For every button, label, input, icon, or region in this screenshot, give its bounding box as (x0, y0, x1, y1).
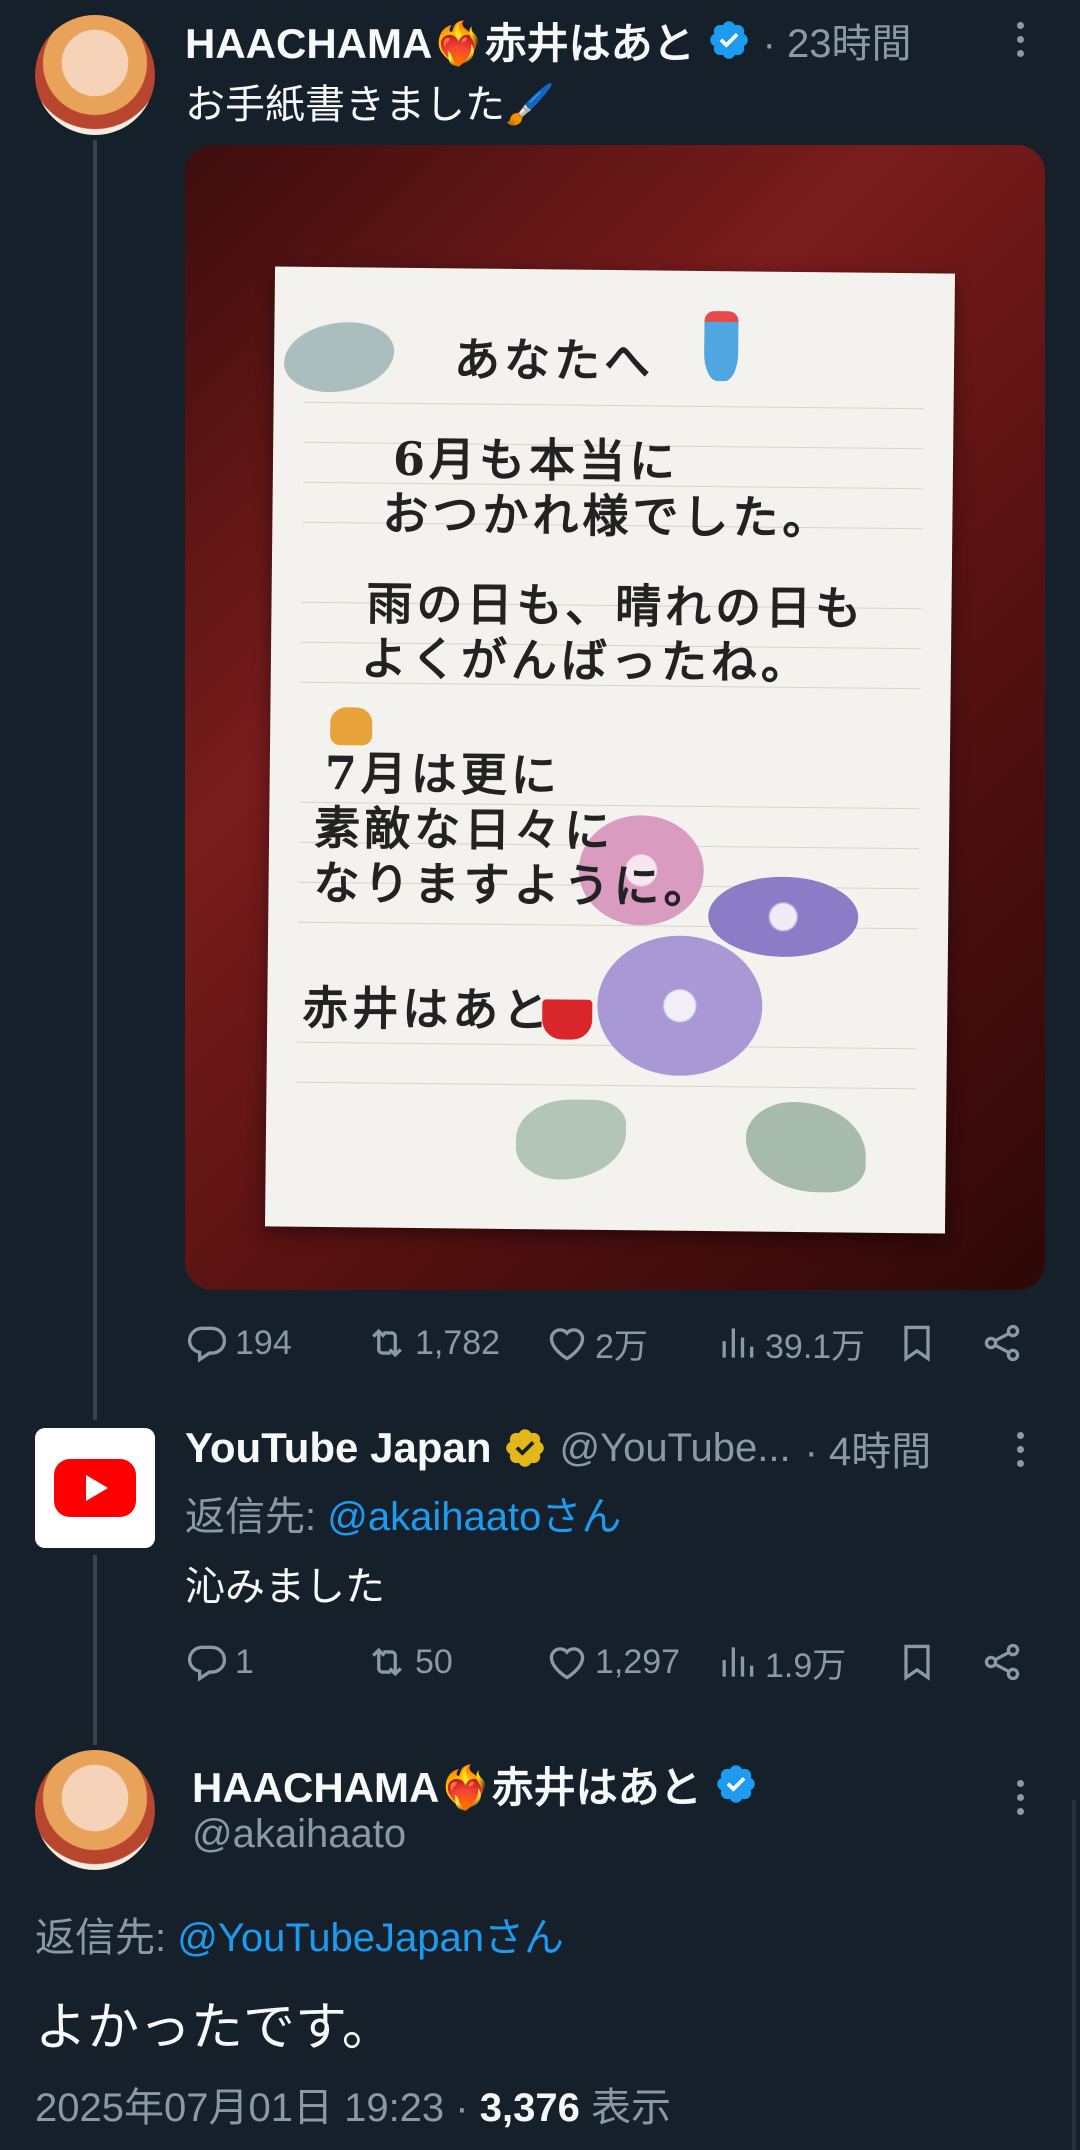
like-count: 2万 (595, 1327, 648, 1366)
retweet-button[interactable]: 1,782 (365, 1321, 500, 1365)
letter-line: なりますように。 (313, 855, 714, 915)
tweet-header: HAACHAMA❤️‍🔥赤井はあと (192, 1756, 992, 1812)
reply-button[interactable]: 1 (185, 1640, 254, 1684)
letter-line: よくがんばったね。 (360, 631, 812, 691)
retweet-icon (372, 1647, 402, 1677)
more-icon[interactable] (1010, 1432, 1030, 1467)
more-icon[interactable] (1010, 22, 1030, 57)
views-button[interactable]: 1.9万 (715, 1638, 846, 1687)
share-icon (984, 1643, 1020, 1681)
tweet-text: 沁みました (185, 1565, 385, 1609)
retweet-count: 1,782 (415, 1323, 501, 1362)
tweet-time[interactable]: · 4時間 (805, 1419, 932, 1477)
avatar[interactable] (35, 1428, 155, 1548)
views-button[interactable]: 39.1万 (715, 1319, 865, 1368)
views-count: 39.1万 (765, 1327, 866, 1366)
reply-context: 返信先: @akaihaatoさん (185, 1484, 621, 1542)
retweet-count: 50 (415, 1642, 453, 1681)
retweet-button[interactable]: 50 (365, 1640, 453, 1684)
tweet-timestamp[interactable]: 2025年07月01日 19:23 (35, 2086, 444, 2130)
reply-count: 194 (235, 1323, 292, 1362)
verified-badge-icon (714, 1762, 758, 1806)
reply-button[interactable]: 194 (185, 1321, 292, 1365)
thread-line (93, 140, 97, 1420)
share-button[interactable] (980, 1640, 1024, 1684)
share-icon (984, 1324, 1020, 1362)
avatar[interactable] (35, 15, 155, 135)
tweet-header: HAACHAMA❤️‍🔥赤井はあと · 23時間 (185, 12, 1035, 68)
share-button[interactable] (980, 1321, 1024, 1365)
tweet-photo[interactable]: あなたへ 6月も本当に おつかれ様でした。 雨の日も、晴れの日も よくがんばった… (185, 145, 1045, 1290)
view-label: 表示 (579, 2086, 671, 2130)
handle[interactable]: @akaihaato (192, 1812, 406, 1857)
reply-icon (187, 1645, 227, 1682)
letter-paper: あなたへ 6月も本当に おつかれ様でした。 雨の日も、晴れの日も よくがんばった… (264, 266, 956, 1234)
tweet-text: お手紙書きました🖌️ (185, 83, 555, 127)
like-icon (549, 1647, 585, 1680)
reply-prefix: 返信先: (185, 1495, 328, 1539)
tweet-actions: 194 1,782 2万 39.1万 (185, 1313, 1045, 1373)
tweet-timestamp-row: 2025年07月01日 19:23 · 3,376 表示 (35, 2075, 671, 2133)
avatar[interactable] (35, 1750, 155, 1870)
letter-line: おつかれ様でした。 (382, 486, 833, 546)
purple-flower-large (596, 934, 764, 1077)
purple-flower (707, 876, 859, 958)
retweet-icon (372, 1328, 402, 1358)
tweet-actions: 1 50 1,297 1.9万 (185, 1632, 1045, 1692)
display-name[interactable]: YouTube Japan (185, 1424, 491, 1472)
thread-line (93, 1555, 97, 1745)
separator: · (444, 2086, 480, 2130)
letter-signature: 赤井はあと (302, 980, 553, 1038)
bookmark-icon (904, 1644, 930, 1681)
verified-badge-icon (503, 1426, 547, 1470)
reply-to-link[interactable]: @akaihaatoさん (327, 1495, 621, 1539)
handle[interactable]: @YouTube... (559, 1426, 790, 1471)
cream-soda-sticker (703, 310, 739, 382)
like-button[interactable]: 1,297 (545, 1640, 680, 1684)
reply-context: 返信先: @YouTubeJapanさん (35, 1905, 564, 1963)
bookmark-button[interactable] (895, 1321, 939, 1365)
views-count: 1.9万 (765, 1646, 847, 1685)
views-icon (722, 1328, 754, 1358)
tweet-header: YouTube Japan @YouTube... · 4時間 (185, 1420, 1005, 1476)
display-name[interactable]: HAACHAMA❤️‍🔥赤井はあと (185, 10, 695, 71)
youtube-logo-icon (54, 1459, 136, 1517)
leaf-decoration (283, 321, 395, 393)
bookmark-button[interactable] (895, 1640, 939, 1684)
reply-to-link[interactable]: @YouTubeJapanさん (177, 1916, 564, 1960)
like-count: 1,297 (595, 1642, 681, 1681)
more-icon[interactable] (1010, 1780, 1030, 1815)
leaves-decoration (515, 1099, 627, 1181)
view-count: 3,376 (479, 2086, 580, 2130)
like-icon (549, 1328, 585, 1361)
like-button[interactable]: 2万 (545, 1319, 648, 1368)
scrollbar[interactable] (1072, 1800, 1076, 2150)
display-name[interactable]: HAACHAMA❤️‍🔥赤井はあと (192, 1754, 702, 1815)
reply-count: 1 (235, 1642, 254, 1681)
reply-icon (187, 1326, 227, 1363)
tweet-text: よかったです。 (35, 1999, 394, 2057)
leaves-decoration (745, 1101, 867, 1193)
bookmark-icon (904, 1325, 930, 1362)
letter-line: あなたへ (453, 332, 655, 389)
verified-badge-icon (707, 18, 751, 62)
tweet-time[interactable]: · 23時間 (763, 11, 912, 69)
reply-prefix: 返信先: (35, 1916, 178, 1960)
views-icon (722, 1647, 754, 1677)
